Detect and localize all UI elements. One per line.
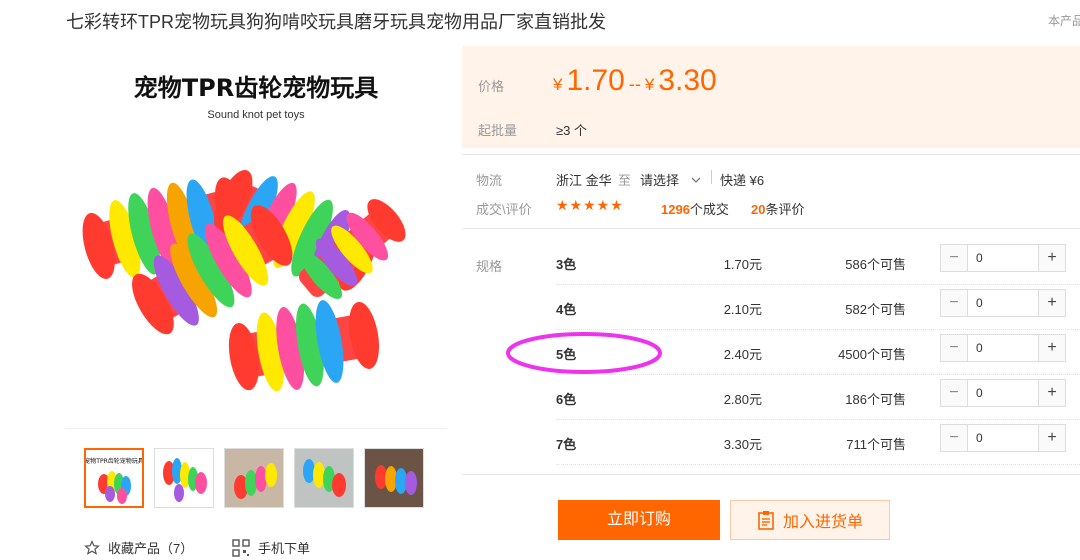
quantity-stepper: −0 + xyxy=(940,379,1066,407)
quantity-stepper: −0 + xyxy=(940,289,1066,317)
spec-name: 6色 xyxy=(556,392,577,407)
review-count-suffix: 条评价 xyxy=(765,202,805,217)
decrement-button[interactable]: − xyxy=(941,245,968,271)
decrement-button[interactable]: − xyxy=(941,425,968,451)
price-separator: -- xyxy=(628,74,641,94)
section-divider-1 xyxy=(462,154,1080,155)
rating-stars: ★★★★★ xyxy=(556,197,624,213)
image-subline: Sound knot pet toys xyxy=(207,109,305,121)
currency-symbol: ¥ xyxy=(553,75,563,94)
express-fee: 快递 ¥6 xyxy=(720,173,765,188)
increment-button[interactable]: + xyxy=(1038,290,1065,316)
spec-row: 7色 3.30元 711个可售 −0 + xyxy=(556,420,1080,465)
quantity-stepper: −0 + xyxy=(940,244,1066,272)
logistics-to-word: 至 xyxy=(618,173,632,188)
spec-stock: 586个可售 xyxy=(845,257,906,272)
quantity-input[interactable]: 0 xyxy=(968,245,1038,271)
spec-price: 3.30元 xyxy=(723,437,762,452)
increment-button[interactable]: + xyxy=(1038,380,1065,406)
logistics-from: 浙江 金华 xyxy=(556,173,612,188)
image-headline: 宠物TPR齿轮宠物玩具 xyxy=(134,74,378,102)
clipboard-icon xyxy=(758,511,774,530)
highlight-ellipse xyxy=(506,332,662,374)
thumbnail-5[interactable] xyxy=(364,448,424,508)
chevron-down-icon xyxy=(691,177,701,183)
order-now-button[interactable]: 立即订购 xyxy=(558,500,720,540)
title-right-text: 本产品 xyxy=(1048,14,1080,28)
star-outline-icon xyxy=(84,539,100,555)
spec-price: 2.80元 xyxy=(723,392,762,407)
favorite-action[interactable]: 收藏产品（7） xyxy=(84,538,193,557)
review-count-number: 20 xyxy=(751,202,766,217)
section-divider-3 xyxy=(462,474,1080,475)
review-count[interactable]: 20条评价 xyxy=(751,199,804,218)
add-to-purchase-list-label: 加入进货单 xyxy=(782,514,863,531)
decrement-button[interactable]: − xyxy=(941,335,968,361)
product-photo: 宠物TPR齿轮宠物玩具 Sound knot pet toys xyxy=(82,74,406,392)
thumbnail-caption: 宠物TPR齿轮宠物玩具 xyxy=(86,457,142,465)
thumbnail-1[interactable]: 宠物TPR齿轮宠物玩具 xyxy=(84,448,144,508)
price-label: 价格 xyxy=(478,79,505,94)
price-range: ¥1.70 -- ¥3.30 xyxy=(553,64,717,98)
spec-price: 2.40元 xyxy=(723,347,762,362)
divider xyxy=(711,170,712,184)
decrement-button[interactable]: − xyxy=(941,290,968,316)
product-title: 七彩转环TPR宠物玩具狗狗啃咬玩具磨牙玩具宠物用品厂家直销批发 xyxy=(66,12,606,32)
deal-count: 1296个成交 xyxy=(661,199,729,218)
spec-price: 2.10元 xyxy=(723,302,762,317)
spec-label: 规格 xyxy=(476,259,503,274)
spec-stock: 4500个可售 xyxy=(838,347,906,362)
quantity-input[interactable]: 0 xyxy=(968,335,1038,361)
thumbnail-4[interactable] xyxy=(294,448,354,508)
price-low: 1.70 xyxy=(566,64,625,97)
increment-button[interactable]: + xyxy=(1038,335,1065,361)
quantity-stepper: −0 + xyxy=(940,424,1066,452)
moq-value: ≥3 个 xyxy=(556,123,587,138)
mobile-order-label: 手机下单 xyxy=(258,541,311,556)
spec-stock: 186个可售 xyxy=(845,392,906,407)
thumbnail-3[interactable] xyxy=(224,448,284,508)
spec-row: 6色 2.80元 186个可售 −0 + xyxy=(556,375,1080,420)
quantity-input[interactable]: 0 xyxy=(968,290,1038,316)
qrcode-icon xyxy=(232,538,250,557)
spec-name: 4色 xyxy=(556,302,577,317)
decrement-button[interactable]: − xyxy=(941,380,968,406)
quantity-input[interactable]: 0 xyxy=(968,425,1038,451)
thumbnail-2[interactable] xyxy=(154,448,214,508)
favorite-label: 收藏产品（7） xyxy=(108,541,194,556)
spec-stock: 711个可售 xyxy=(846,437,906,452)
destination-select[interactable]: 请选择 xyxy=(640,170,701,189)
moq-label: 起批量 xyxy=(478,123,518,138)
deal-count-number: 1296 xyxy=(661,202,690,217)
main-product-image: 宠物TPR齿轮宠物玩具 Sound knot pet toys xyxy=(66,48,446,429)
spec-name: 3色 xyxy=(556,257,577,272)
spec-name: 7色 xyxy=(556,437,577,452)
spec-row: 3色 1.70元 586个可售 −0 + xyxy=(556,240,1080,285)
spec-row: 4色 2.10元 582个可售 −0 + xyxy=(556,285,1080,330)
currency-symbol-2: ¥ xyxy=(644,75,655,94)
deal-count-suffix: 个成交 xyxy=(689,202,729,217)
quantity-input[interactable]: 0 xyxy=(968,380,1038,406)
spec-price: 1.70元 xyxy=(723,257,762,272)
destination-select-label: 请选择 xyxy=(640,173,680,188)
mobile-order-action[interactable]: 手机下单 xyxy=(232,538,310,557)
increment-button[interactable]: + xyxy=(1038,245,1065,271)
deals-label: 成交\评价 xyxy=(476,202,532,217)
add-to-purchase-list-button[interactable]: 加入进货单 xyxy=(730,500,890,540)
spec-stock: 582个可售 xyxy=(845,302,906,317)
price-high: 3.30 xyxy=(658,64,717,97)
section-divider-2 xyxy=(462,228,1080,229)
increment-button[interactable]: + xyxy=(1038,425,1065,451)
logistics-label: 物流 xyxy=(476,173,503,188)
quantity-stepper: −0 + xyxy=(940,334,1066,362)
